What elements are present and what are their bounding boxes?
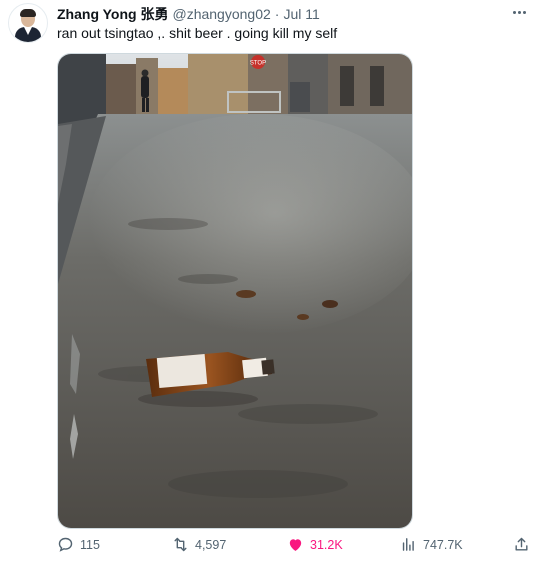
retweet-action[interactable]: 4,597 bbox=[172, 536, 226, 553]
share-action[interactable] bbox=[513, 536, 530, 553]
tweet: Zhang Yong 张勇 @zhangyong02 · Jul 11 ran … bbox=[0, 0, 540, 568]
street-photo: STOP bbox=[58, 54, 412, 528]
like-icon bbox=[289, 539, 302, 551]
views-icon bbox=[402, 538, 414, 551]
reply-action[interactable]: 115 bbox=[57, 536, 100, 553]
like-count: 31.2K bbox=[310, 537, 343, 552]
tweet-photo[interactable]: STOP bbox=[57, 53, 413, 529]
retweet-count: 4,597 bbox=[195, 537, 227, 552]
tweet-text: ran out tsingtao ,. shit beer . going ki… bbox=[57, 25, 338, 41]
author-handle[interactable]: @zhangyong02 bbox=[172, 6, 270, 22]
retweet-icon bbox=[174, 537, 187, 552]
view-count: 747.7K bbox=[423, 537, 463, 552]
views-action[interactable]: 747.7K bbox=[400, 536, 463, 553]
tweet-actions: 115 4,597 31.2K 747.7K bbox=[57, 536, 532, 558]
svg-text:STOP: STOP bbox=[250, 61, 266, 67]
author-name[interactable]: Zhang Yong 张勇 bbox=[57, 4, 168, 24]
avatar[interactable] bbox=[8, 3, 48, 43]
like-action[interactable]: 31.2K bbox=[287, 536, 343, 553]
tweet-header: Zhang Yong 张勇 @zhangyong02 · Jul 11 bbox=[57, 4, 530, 24]
reply-icon bbox=[58, 537, 73, 552]
tweet-date[interactable]: Jul 11 bbox=[283, 6, 319, 22]
separator: · bbox=[274, 6, 280, 22]
reply-count: 115 bbox=[80, 537, 100, 552]
more-icon[interactable] bbox=[510, 6, 528, 18]
share-icon bbox=[515, 537, 528, 551]
